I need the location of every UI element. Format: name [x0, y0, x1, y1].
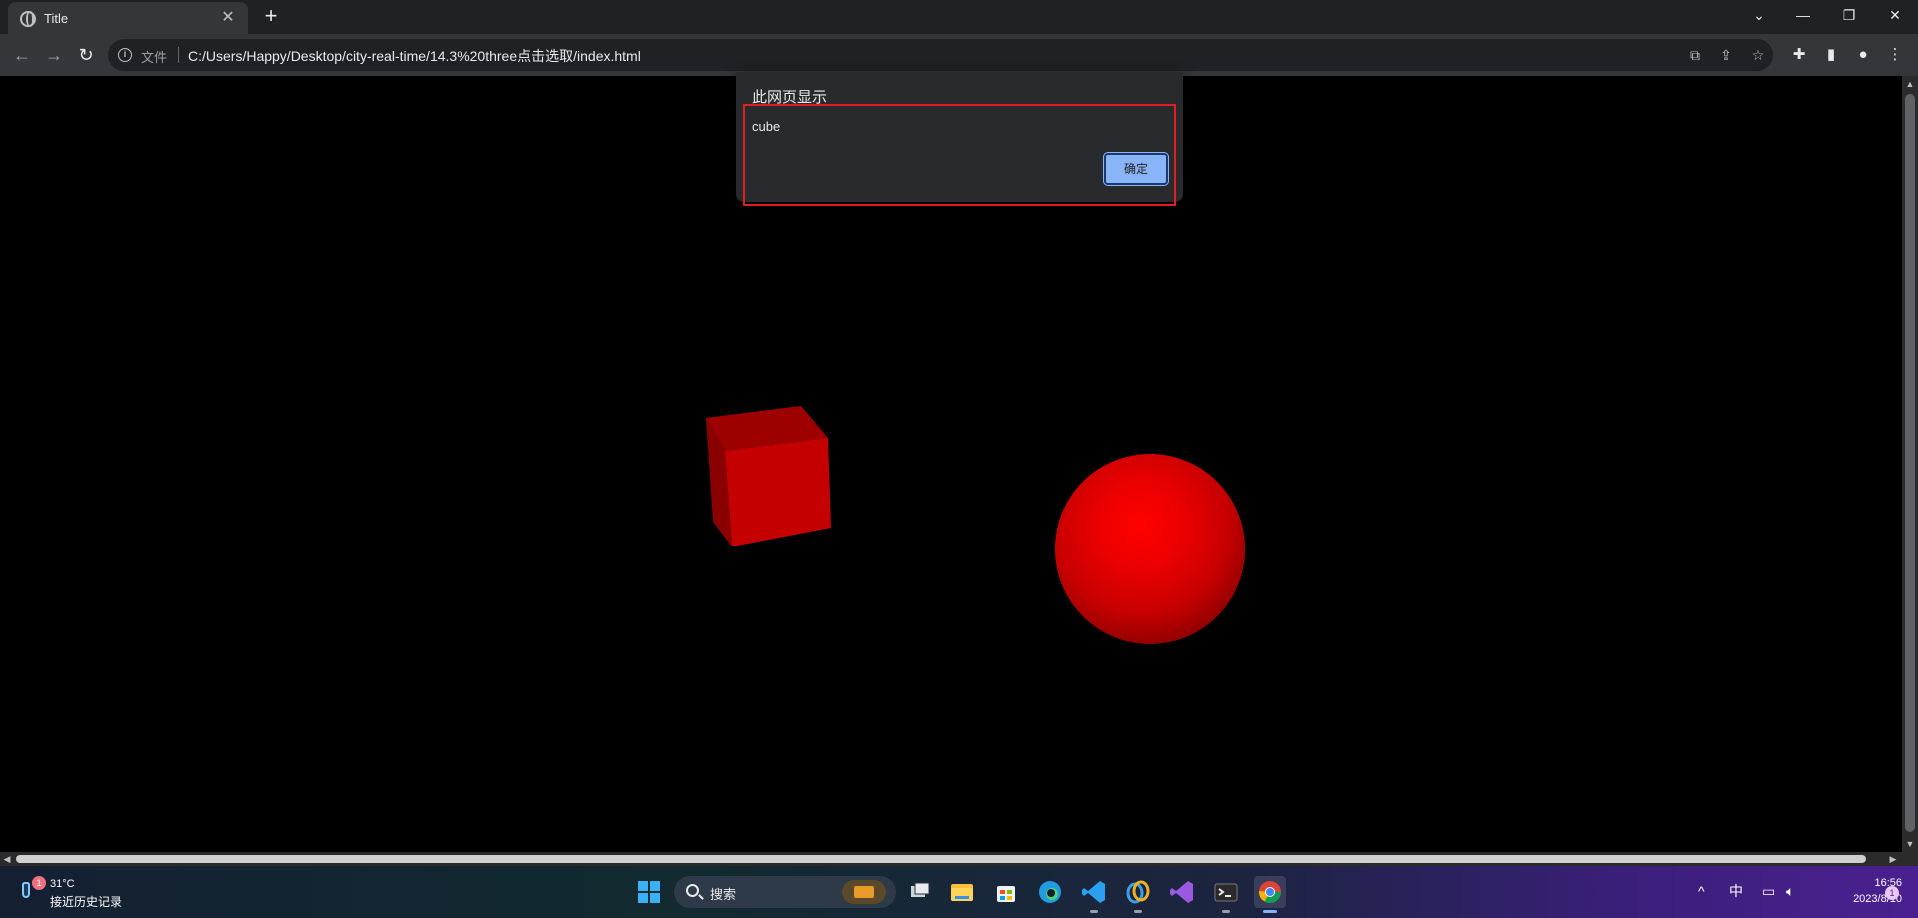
extensions-icon[interactable]: ✚: [1787, 43, 1811, 67]
active-indicator: [1263, 910, 1277, 913]
star-icon[interactable]: ☆: [1748, 45, 1768, 65]
terminal-icon[interactable]: [1210, 876, 1242, 913]
terminal-glyph: [1214, 883, 1238, 902]
volume-icon[interactable]: 🔈︎: [1786, 882, 1794, 900]
task-view-glyph: [911, 882, 930, 897]
divider: [178, 47, 179, 63]
start-tile: [638, 893, 648, 903]
weather-desc[interactable]: 接近历史记录: [50, 893, 122, 910]
store-icon[interactable]: [990, 876, 1022, 908]
start-tile: [638, 881, 648, 891]
horizontal-scroll-thumb[interactable]: [16, 855, 1866, 863]
share-icon[interactable]: ⇪: [1716, 45, 1736, 65]
running-indicator: [1134, 910, 1142, 913]
edge-icon[interactable]: [1034, 876, 1066, 908]
scroll-left-icon[interactable]: ◀: [0, 852, 14, 866]
visual-studio-icon[interactable]: [1166, 876, 1198, 908]
weather-widget[interactable]: 1: [20, 876, 46, 904]
forward-button[interactable]: →: [40, 41, 68, 69]
weather-badge: 1: [32, 876, 46, 890]
file-label: 文件: [141, 50, 168, 65]
app-icon[interactable]: [1122, 876, 1154, 913]
search-label: 搜索: [710, 887, 737, 902]
profile-icon[interactable]: ●: [1851, 43, 1875, 67]
info-icon[interactable]: i: [118, 48, 132, 62]
cube-front-face: [725, 438, 831, 546]
reload-button[interactable]: ↻: [72, 41, 100, 69]
ime-indicator[interactable]: 中: [1729, 882, 1743, 900]
notification-badge[interactable]: 1: [1885, 886, 1899, 900]
scrollbar-corner: [1902, 852, 1918, 866]
red-cube[interactable]: [700, 406, 840, 546]
network-icon[interactable]: ▭: [1762, 882, 1775, 900]
horizontal-scrollbar[interactable]: ◀ ▶: [0, 852, 1902, 866]
highlight-box: [743, 104, 1176, 206]
red-sphere[interactable]: [1055, 454, 1245, 644]
translate-icon[interactable]: ⧉: [1685, 45, 1705, 65]
address-bar[interactable]: i 文件 C:/Users/Happy/Desktop/city-real-ti…: [108, 39, 1773, 71]
thermometer-icon: [22, 882, 30, 898]
start-tile: [650, 893, 660, 903]
tab-strip: Title ✕ + ⌄ — ❐ ✕: [0, 0, 1918, 34]
search-icon: [686, 884, 699, 897]
chrome-icon[interactable]: [1254, 876, 1286, 913]
close-window-button[interactable]: ✕: [1872, 0, 1918, 30]
url-text[interactable]: C:/Users/Happy/Desktop/city-real-time/14…: [188, 46, 641, 66]
search-highlight-icon: [842, 880, 886, 904]
store-glyph: [997, 886, 1015, 902]
folder-glyph: [951, 884, 973, 901]
start-tile: [650, 881, 660, 891]
tab-search-icon[interactable]: ⌄: [1736, 0, 1782, 30]
vertical-scroll-thumb[interactable]: [1905, 94, 1915, 832]
vscode-icon[interactable]: [1078, 876, 1110, 913]
edge-glyph: [1039, 881, 1061, 903]
windows-start-icon[interactable]: [638, 881, 660, 903]
vertical-scrollbar[interactable]: ▲ ▼: [1902, 76, 1918, 852]
scroll-down-icon[interactable]: ▼: [1902, 836, 1918, 852]
back-button[interactable]: ←: [8, 41, 36, 69]
chrome-glyph: [1259, 881, 1281, 903]
sidepanel-icon[interactable]: ▮: [1819, 43, 1843, 67]
taskbar-search[interactable]: 搜索: [674, 876, 896, 908]
file-explorer-icon[interactable]: [946, 876, 978, 908]
running-indicator: [1090, 910, 1098, 913]
taskbar: 1 31°C 接近历史记录 搜索 ^ 中 ▭ 🔈︎ 16:56 2023/8/1…: [0, 866, 1918, 918]
scroll-right-icon[interactable]: ▶: [1886, 852, 1900, 866]
tab-title: Title: [44, 11, 69, 26]
scroll-up-icon[interactable]: ▲: [1902, 76, 1918, 92]
vscode-glyph: [1082, 881, 1105, 903]
globe-icon: [20, 11, 36, 27]
chevron-up-icon[interactable]: ^: [1698, 882, 1705, 900]
tab-title-page[interactable]: Title ✕: [8, 2, 248, 34]
weather-temp[interactable]: 31°C: [50, 878, 75, 890]
tab-close-icon[interactable]: ✕: [218, 8, 238, 28]
minimize-button[interactable]: —: [1780, 0, 1826, 30]
visual-studio-glyph: [1170, 881, 1193, 903]
running-indicator: [1222, 910, 1230, 913]
task-view-icon[interactable]: [903, 876, 935, 908]
new-tab-button[interactable]: +: [258, 4, 284, 30]
menu-icon[interactable]: ⋮: [1883, 43, 1907, 67]
restore-button[interactable]: ❐: [1826, 0, 1872, 30]
app-glyph: [1126, 880, 1150, 904]
browser-toolbar: ← → ↻ i 文件 C:/Users/Happy/Desktop/city-r…: [0, 34, 1918, 76]
